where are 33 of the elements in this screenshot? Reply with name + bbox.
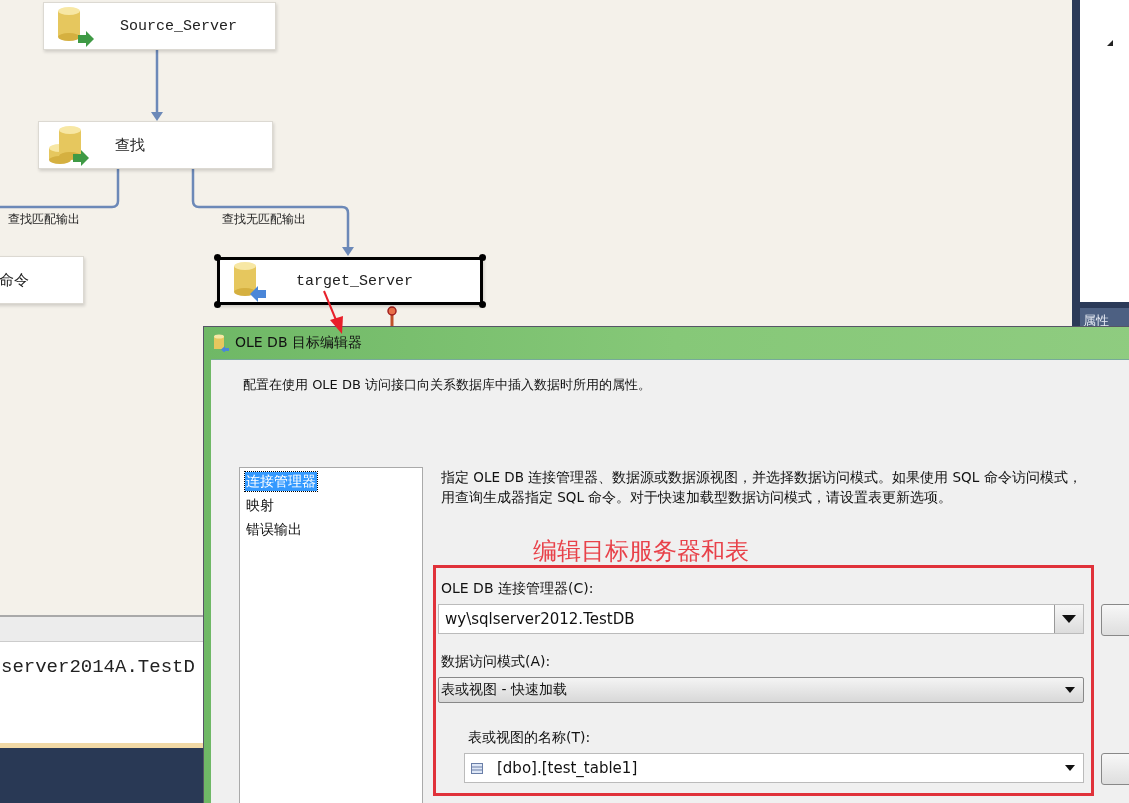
path-label: 查找匹配输出 xyxy=(8,211,80,228)
connection-combo[interactable]: wy\sqlserver2012.TestDB xyxy=(438,604,1084,634)
caret-icon xyxy=(1065,765,1075,771)
resize-handle[interactable] xyxy=(214,254,221,261)
connector-arrow xyxy=(151,50,163,121)
field-label: 数据访问模式(A): xyxy=(441,652,552,670)
dialog-description: 配置在使用 OLE DB 访问接口向关系数据库中插入数据时所用的属性。 xyxy=(243,376,652,394)
resize-handle[interactable] xyxy=(214,301,221,308)
field-label: 表或视图的名称(T): xyxy=(468,728,592,746)
flow-node[interactable]: target_Server xyxy=(217,257,483,305)
path-label: 查找无匹配输出 xyxy=(222,211,306,228)
page-item[interactable]: 映射 xyxy=(245,496,275,515)
caret-icon xyxy=(1062,615,1076,623)
table-combo[interactable]: [dbo].[test_table1] xyxy=(464,753,1084,783)
instruction-text: 指定 OLE DB 连接管理器、数据源或数据源视图，并选择数据访问模式。如果使用 SQL 命令访问模式， xyxy=(441,468,1083,487)
flow-node[interactable]: Source_Server xyxy=(43,2,276,50)
output-text: server2014A.TestD xyxy=(1,656,195,678)
page-item[interactable]: 错误输出 xyxy=(245,520,303,539)
table-icon xyxy=(471,762,483,774)
mode-select[interactable]: 表或视图 - 快速加载 xyxy=(438,677,1084,703)
caret-icon xyxy=(1065,687,1075,693)
instruction-text: 用查询生成器指定 SQL 命令。对于快速加载型数据访问模式，请设置表更新选项。 xyxy=(441,488,954,507)
dropdown-button[interactable] xyxy=(1054,605,1083,633)
flow-node[interactable]: 查找 xyxy=(38,121,273,169)
database-icon xyxy=(213,334,229,352)
field-label: OLE DB 连接管理器(C): xyxy=(441,579,595,597)
annotation-arrow xyxy=(323,290,343,334)
dialog-title: OLE DB 目标编辑器 xyxy=(235,334,362,352)
expand-icon xyxy=(1107,40,1113,46)
annotation-text: 编辑目标服务器和表 xyxy=(533,536,749,567)
flow-node[interactable]: 命令 xyxy=(0,256,84,304)
resize-handle[interactable] xyxy=(479,254,486,261)
resize-handle[interactable] xyxy=(479,301,486,308)
